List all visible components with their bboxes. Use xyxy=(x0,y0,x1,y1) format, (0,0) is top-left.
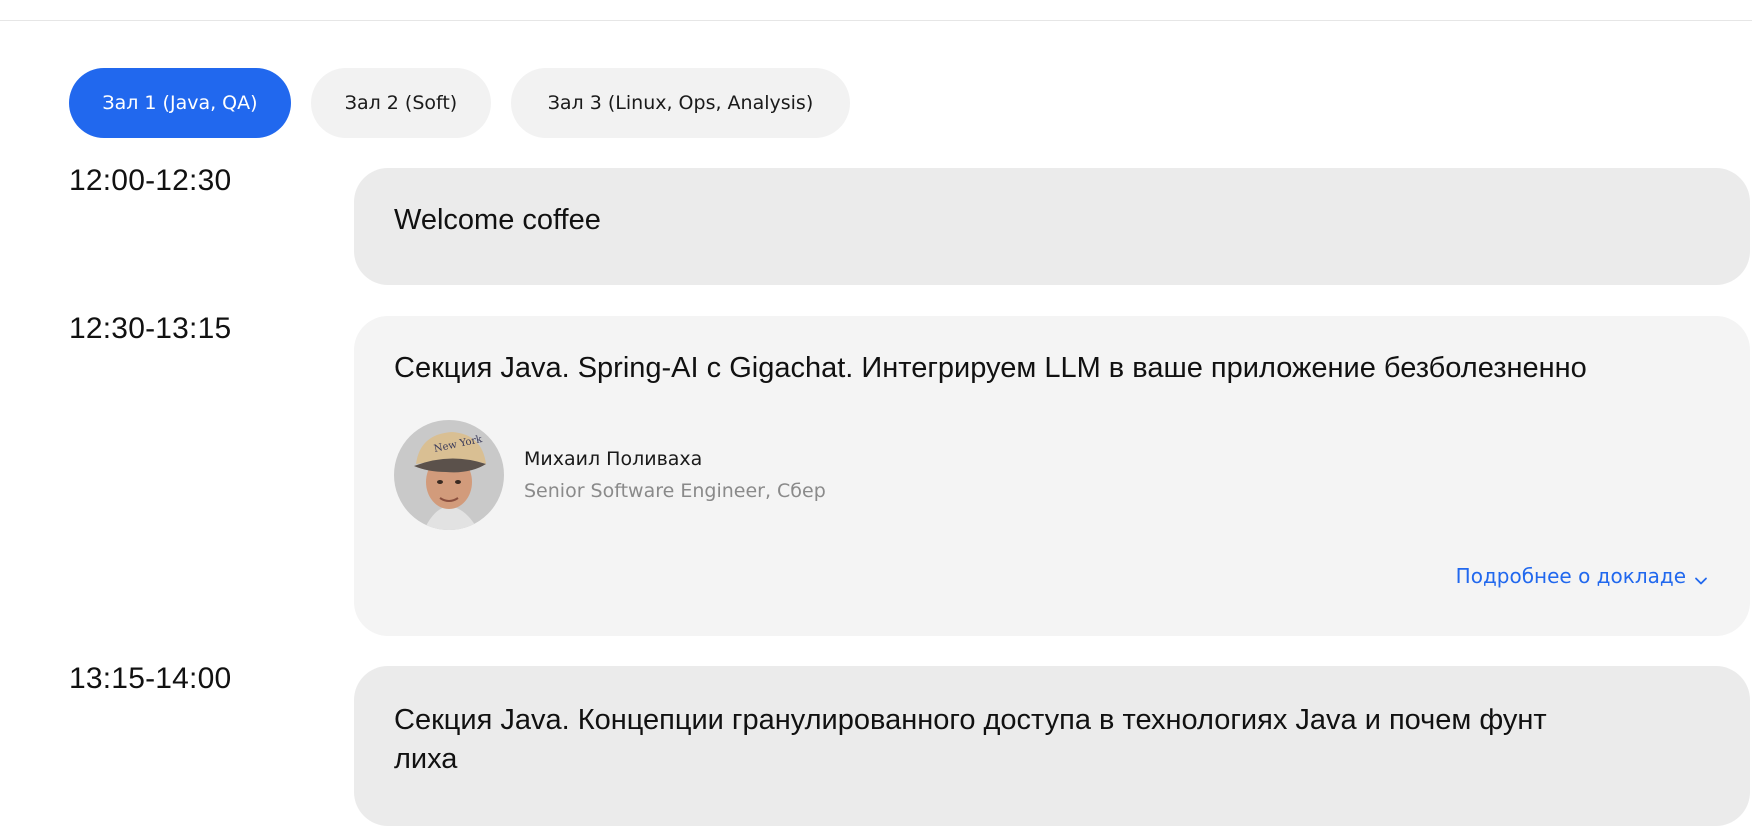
slot-time: 12:00-12:30 xyxy=(69,164,232,197)
speaker-name: Михаил Поливаха xyxy=(524,448,703,470)
speaker-role: Senior Software Engineer, Сбер xyxy=(524,480,826,502)
card-title: Секция Java. Spring-AI с Gigachat. Интег… xyxy=(394,352,1587,384)
tab-hall-1[interactable]: Зал 1 (Java, QA) xyxy=(69,68,291,138)
card-title-line-2: лиха xyxy=(394,743,458,775)
slot-time: 12:30-13:15 xyxy=(69,312,232,345)
hall-tabs: Зал 1 (Java, QA) Зал 2 (Soft) Зал 3 (Lin… xyxy=(69,68,850,138)
talk-details-label: Подробнее о докладе xyxy=(1455,564,1686,588)
schedule-card-talk: Секция Java. Концепции гранулированного … xyxy=(354,666,1750,826)
schedule-card-welcome: Welcome coffee xyxy=(354,168,1750,285)
talk-details-link[interactable]: Подробнее о докладе xyxy=(1456,564,1708,588)
speaker-info: Михаил Поливаха Senior Software Engineer… xyxy=(524,448,826,502)
top-divider xyxy=(0,20,1752,21)
chevron-down-icon xyxy=(1694,569,1708,585)
schedule-card-talk: Секция Java. Spring-AI с Gigachat. Интег… xyxy=(354,316,1750,636)
avatar: New York xyxy=(394,420,504,530)
speaker: New York Михаил Поливаха Senior Software… xyxy=(394,420,826,530)
card-title-line-1: Секция Java. Концепции гранулированного … xyxy=(394,704,1547,736)
card-title: Welcome coffee xyxy=(394,204,601,236)
tab-hall-2[interactable]: Зал 2 (Soft) xyxy=(311,68,491,138)
tab-hall-3[interactable]: Зал 3 (Linux, Ops, Analysis) xyxy=(511,68,850,138)
slot-time: 13:15-14:00 xyxy=(69,662,232,695)
